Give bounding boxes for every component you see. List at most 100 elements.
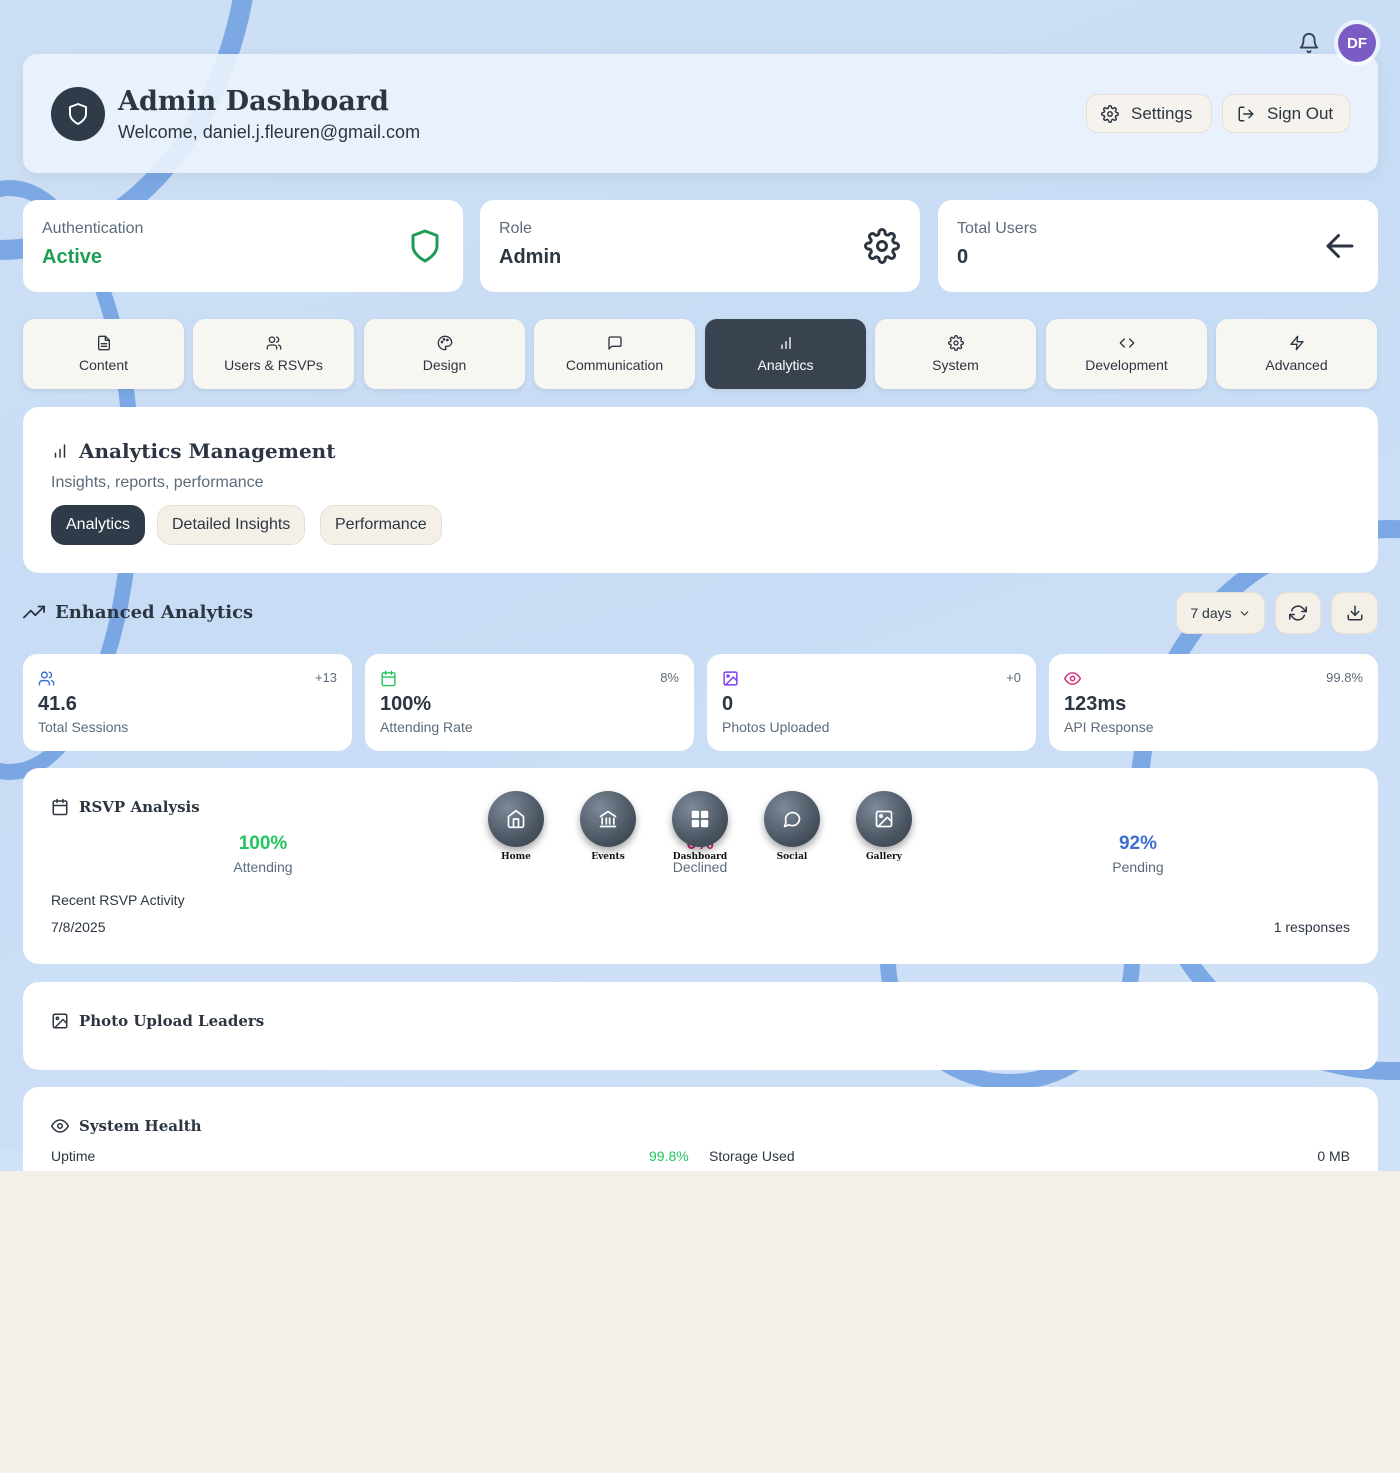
metric-total-sessions: +13 41.6 Total Sessions [23,654,352,751]
metric-attending-rate: 8% 100% Attending Rate [365,654,694,751]
photo-leaders-title: Photo Upload Leaders [51,1012,264,1030]
shield-icon [51,87,105,141]
calendar-icon [381,670,396,687]
attending-pct: 100% [238,833,288,854]
palette-icon [437,335,452,351]
tab-users-rsvps[interactable]: Users & RSVPs [193,319,354,389]
download-button[interactable] [1331,592,1378,634]
uptime-label: Uptime [51,1148,96,1164]
nav-events[interactable]: Events [579,791,637,862]
subtab-detailed-insights[interactable]: Detailed Insights [157,505,306,545]
tab-label: Advanced [1265,357,1328,373]
tab-label: System [932,357,979,373]
tab-content[interactable]: Content [23,319,184,389]
eye-icon [51,1119,69,1133]
storage-label: Storage Used [709,1148,795,1164]
nav-gallery[interactable]: Gallery [855,791,913,862]
grid-icon [691,810,709,828]
management-subtitle: Insights, reports, performance [51,474,264,491]
metric-value: 123ms [1064,693,1127,715]
tab-label: Analytics [757,357,814,373]
users-icon [38,671,55,686]
lightning-icon [1289,335,1304,351]
tab-label: Content [78,357,129,373]
metric-delta: +0 [1006,670,1021,685]
stat-label: Authentication [42,220,144,237]
system-health-card: System Health Uptime 99.8% Storage Used … [23,1087,1378,1171]
code-icon [1119,338,1134,348]
gear-icon [947,335,964,351]
tab-label: Users & RSVPs [224,357,323,373]
nav-social[interactable]: Social [763,791,821,862]
image-icon [875,810,893,828]
page-title: Admin Dashboard [118,86,389,117]
metric-label: Total Sessions [38,719,129,735]
tab-design[interactable]: Design [364,319,525,389]
nav-home[interactable]: Home [487,791,545,862]
refresh-button[interactable] [1275,592,1321,634]
photo-leaders-title-text: Photo Upload Leaders [79,1012,265,1030]
image-icon [52,1013,68,1029]
calendar-icon [52,798,68,816]
rsvp-title: RSVP Analysis [51,798,200,816]
nav-label: Dashboard [672,852,728,862]
tab-communication[interactable]: Communication [534,319,695,389]
metric-photos-uploaded: +0 0 Photos Uploaded [707,654,1036,751]
nav-label: Social [776,852,808,862]
recent-date: 7/8/2025 [51,919,106,935]
pending-label: Pending [1112,859,1164,875]
rsvp-title-text: RSVP Analysis [79,798,200,816]
chevron-down-icon [1240,610,1248,616]
tab-advanced[interactable]: Advanced [1216,319,1377,389]
system-health-title-text: System Health [79,1117,202,1135]
settings-button[interactable]: Settings [1086,94,1212,133]
analytics-management-card: Analytics Management Insights, reports, … [23,407,1378,573]
bank-icon [599,810,617,828]
metric-value: 41.6 [38,693,77,715]
metric-delta: 99.8% [1326,670,1363,685]
document-icon [97,335,110,351]
refresh-icon [1289,605,1307,621]
subtab-analytics[interactable]: Analytics [51,505,146,545]
nav-dashboard[interactable]: Dashboard [671,791,729,862]
welcome-text: Welcome, daniel.j.fleuren@gmail.com [118,122,421,142]
arrow-left-icon [1322,228,1358,264]
uptime-value: 99.8% [649,1148,689,1164]
avatar[interactable]: DF [1338,24,1376,62]
sign-out-button[interactable]: Sign Out [1222,94,1350,133]
tab-label: Development [1085,357,1168,373]
subtab-performance[interactable]: Performance [320,505,442,545]
sign-out-icon [1238,106,1254,121]
users-icon [266,336,281,350]
image-icon [723,671,738,686]
recent-activity-heading: Recent RSVP Activity [51,892,185,908]
section-title: Analytics Management [51,439,335,463]
rsvp-pending: 92% Pending [1058,833,1218,875]
bell-icon[interactable] [1298,32,1320,54]
bar-chart-icon [780,337,791,349]
enhanced-analytics-title: Enhanced Analytics [23,601,253,623]
pending-pct: 92% [1118,833,1158,854]
metric-value: 0 [722,693,734,715]
rsvp-attending: 100% Attending [183,833,343,875]
stat-authentication: Authentication Active [23,200,463,292]
eye-icon [1064,672,1081,685]
range-select[interactable]: 7 days [1176,592,1265,634]
tab-analytics[interactable]: Analytics [705,319,866,389]
bar-chart-icon [54,444,66,458]
nav-label: Home [501,852,531,862]
stat-total-users: Total Users 0 [938,200,1378,292]
metric-delta: +13 [314,670,337,685]
tab-development[interactable]: Development [1046,319,1207,389]
stat-label: Role [499,220,532,237]
nav-label: Events [591,852,625,862]
storage-value: 0 MB [1317,1148,1350,1164]
metric-label: API Response [1064,719,1154,735]
metric-delta: 8% [660,670,679,685]
tab-system[interactable]: System [875,319,1036,389]
management-title: Analytics Management [79,439,336,463]
top-icons: DF [1298,24,1376,62]
sign-out-label: Sign Out [1267,103,1334,123]
tab-label: Communication [565,357,664,373]
metric-api-response: 99.8% 123ms API Response [1049,654,1378,751]
